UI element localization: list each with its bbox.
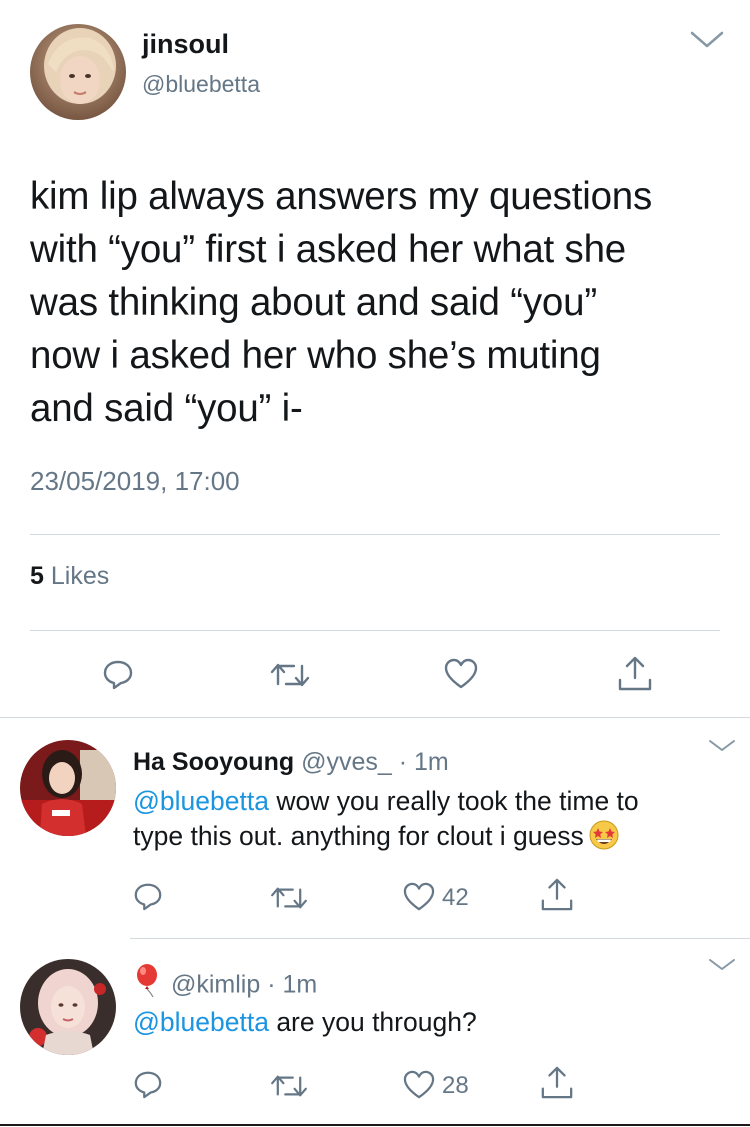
reply-icon[interactable] — [133, 1069, 163, 1099]
main-tweet: jinsoul @bluebetta kim lip always answer… — [0, 0, 750, 718]
chevron-down-icon[interactable] — [690, 30, 724, 50]
tweet-timestamp[interactable]: 23/05/2019, 17:00 — [30, 466, 240, 497]
bottom-border — [0, 1124, 750, 1126]
tweet-text-line: now i asked her who she’s muting — [30, 334, 601, 377]
share-icon[interactable] — [540, 1066, 574, 1100]
share-icon[interactable] — [617, 656, 653, 692]
reply-author-handle[interactable]: @yves_ — [301, 748, 392, 776]
retweet-icon[interactable] — [270, 1072, 308, 1100]
like-count: 42 — [442, 884, 469, 911]
reply-tweet[interactable]: @kimlip · 1m @bluebetta are you through?… — [0, 939, 750, 1125]
reply-tweet[interactable]: Ha Sooyoung @yves_ · 1m @bluebetta wow y… — [0, 718, 750, 938]
star-struck-emoji — [588, 819, 620, 851]
author-name[interactable]: jinsoul — [142, 29, 229, 60]
tweet-text-line: was thinking about and said “you” — [30, 281, 597, 324]
retweet-icon[interactable] — [270, 660, 310, 690]
divider — [30, 534, 720, 535]
likes-label: Likes — [50, 562, 110, 590]
like-icon[interactable] — [403, 882, 435, 912]
reply-text-line: are you through? — [268, 1007, 477, 1037]
tweet-text-line: with “you” first i asked her what she — [30, 228, 627, 271]
likes-count: 5 — [30, 562, 44, 590]
author-handle[interactable]: @bluebetta — [142, 71, 260, 98]
reply-avatar[interactable] — [20, 740, 116, 836]
reply-avatar[interactable] — [20, 959, 116, 1055]
reply-text-line: type this out. anything for clout i gues… — [133, 821, 584, 851]
tweet-text: kim lip always answers my questions with… — [30, 170, 730, 435]
reply-author-name[interactable]: Ha Sooyoung — [133, 748, 294, 776]
reply-time: · 1m — [267, 970, 318, 999]
like-count: 28 — [442, 1072, 469, 1099]
share-icon[interactable] — [540, 878, 574, 912]
reply-icon[interactable] — [102, 658, 134, 690]
retweet-icon[interactable] — [270, 884, 308, 912]
like-icon[interactable] — [403, 1070, 435, 1100]
author-avatar[interactable] — [30, 24, 126, 120]
reply-text: @bluebetta are you through? — [133, 1005, 723, 1040]
reply-author-handle[interactable]: @kimlip — [171, 971, 260, 999]
divider — [30, 630, 720, 631]
mention-link[interactable]: @bluebetta — [133, 1007, 269, 1037]
reply-header: Ha Sooyoung @yves_ · 1m — [133, 748, 449, 777]
tweet-text-line: and said “you” i- — [30, 387, 303, 430]
reply-text-line: wow you really took the time to — [268, 786, 639, 816]
red-balloon-emoji — [133, 963, 163, 998]
reply-time: · 1m — [398, 748, 449, 776]
likes-summary[interactable]: 5 Likes — [30, 562, 109, 591]
chevron-down-icon[interactable] — [708, 957, 736, 973]
like-icon[interactable] — [444, 658, 478, 690]
reply-text: @bluebetta wow you really took the time … — [133, 784, 723, 854]
reply-icon[interactable] — [133, 881, 163, 911]
mention-link[interactable]: @bluebetta — [133, 786, 269, 816]
tweet-text-line: kim lip always answers my questions — [30, 175, 653, 218]
chevron-down-icon[interactable] — [708, 738, 736, 754]
reply-header: @kimlip · 1m — [133, 964, 318, 1003]
